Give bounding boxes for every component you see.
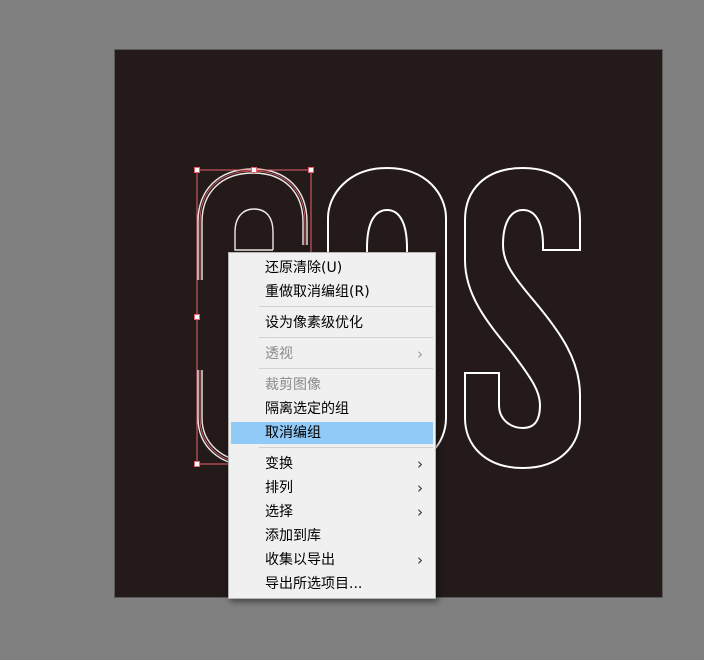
menu-item-isolate-group[interactable]: 隔离选定的组: [231, 398, 433, 420]
menu-item-undo-clear[interactable]: 还原清除(U): [231, 257, 433, 279]
submenu-arrow-icon: ›: [417, 551, 423, 569]
submenu-arrow-icon: ›: [417, 503, 423, 521]
menu-item-ungroup[interactable]: 取消编组: [231, 422, 433, 444]
menu-item-transform[interactable]: 变换 ›: [231, 453, 433, 475]
menu-separator: [259, 368, 433, 369]
menu-separator: [259, 337, 433, 338]
menu-item-label: 设为像素级优化: [265, 315, 363, 331]
menu-item-select[interactable]: 选择 ›: [231, 501, 433, 523]
menu-item-label: 透视: [265, 346, 293, 362]
selection-handle-tr[interactable]: [308, 167, 314, 173]
menu-separator: [259, 306, 433, 307]
letter-s-outline[interactable]: [464, 166, 581, 470]
selection-handle-bl[interactable]: [194, 461, 200, 467]
submenu-arrow-icon: ›: [417, 479, 423, 497]
menu-item-label: 导出所选项目...: [265, 576, 363, 592]
selection-handle-tm[interactable]: [251, 167, 257, 173]
menu-item-crop-image: 裁剪图像: [231, 374, 433, 396]
menu-item-perspective: 透视 ›: [231, 343, 433, 365]
menu-item-add-to-library[interactable]: 添加到库: [231, 525, 433, 547]
menu-item-label: 隔离选定的组: [265, 401, 349, 417]
menu-item-arrange[interactable]: 排列 ›: [231, 477, 433, 499]
selection-handle-tl[interactable]: [194, 167, 200, 173]
menu-item-label: 重做取消编组(R): [265, 284, 370, 300]
menu-item-label: 排列: [265, 480, 293, 496]
menu-item-label: 还原清除(U): [265, 260, 343, 276]
menu-item-label: 变换: [265, 456, 293, 472]
menu-item-label: 收集以导出: [265, 552, 335, 568]
menu-item-label: 裁剪图像: [265, 377, 321, 393]
menu-item-export-selection[interactable]: 导出所选项目...: [231, 573, 433, 595]
menu-item-label: 取消编组: [265, 425, 321, 441]
menu-item-label: 添加到库: [265, 528, 321, 544]
menu-item-redo-ungroup[interactable]: 重做取消编组(R): [231, 281, 433, 303]
menu-item-pixel-optimize[interactable]: 设为像素级优化: [231, 312, 433, 334]
submenu-arrow-icon: ›: [417, 455, 423, 473]
context-menu[interactable]: 还原清除(U) 重做取消编组(R) 设为像素级优化 透视 › 裁剪图像 隔离选定…: [228, 252, 436, 599]
selection-handle-ml[interactable]: [194, 314, 200, 320]
menu-separator: [259, 447, 433, 448]
menu-item-label: 选择: [265, 504, 293, 520]
menu-item-collect-for-export[interactable]: 收集以导出 ›: [231, 549, 433, 571]
submenu-arrow-icon: ›: [417, 345, 423, 363]
